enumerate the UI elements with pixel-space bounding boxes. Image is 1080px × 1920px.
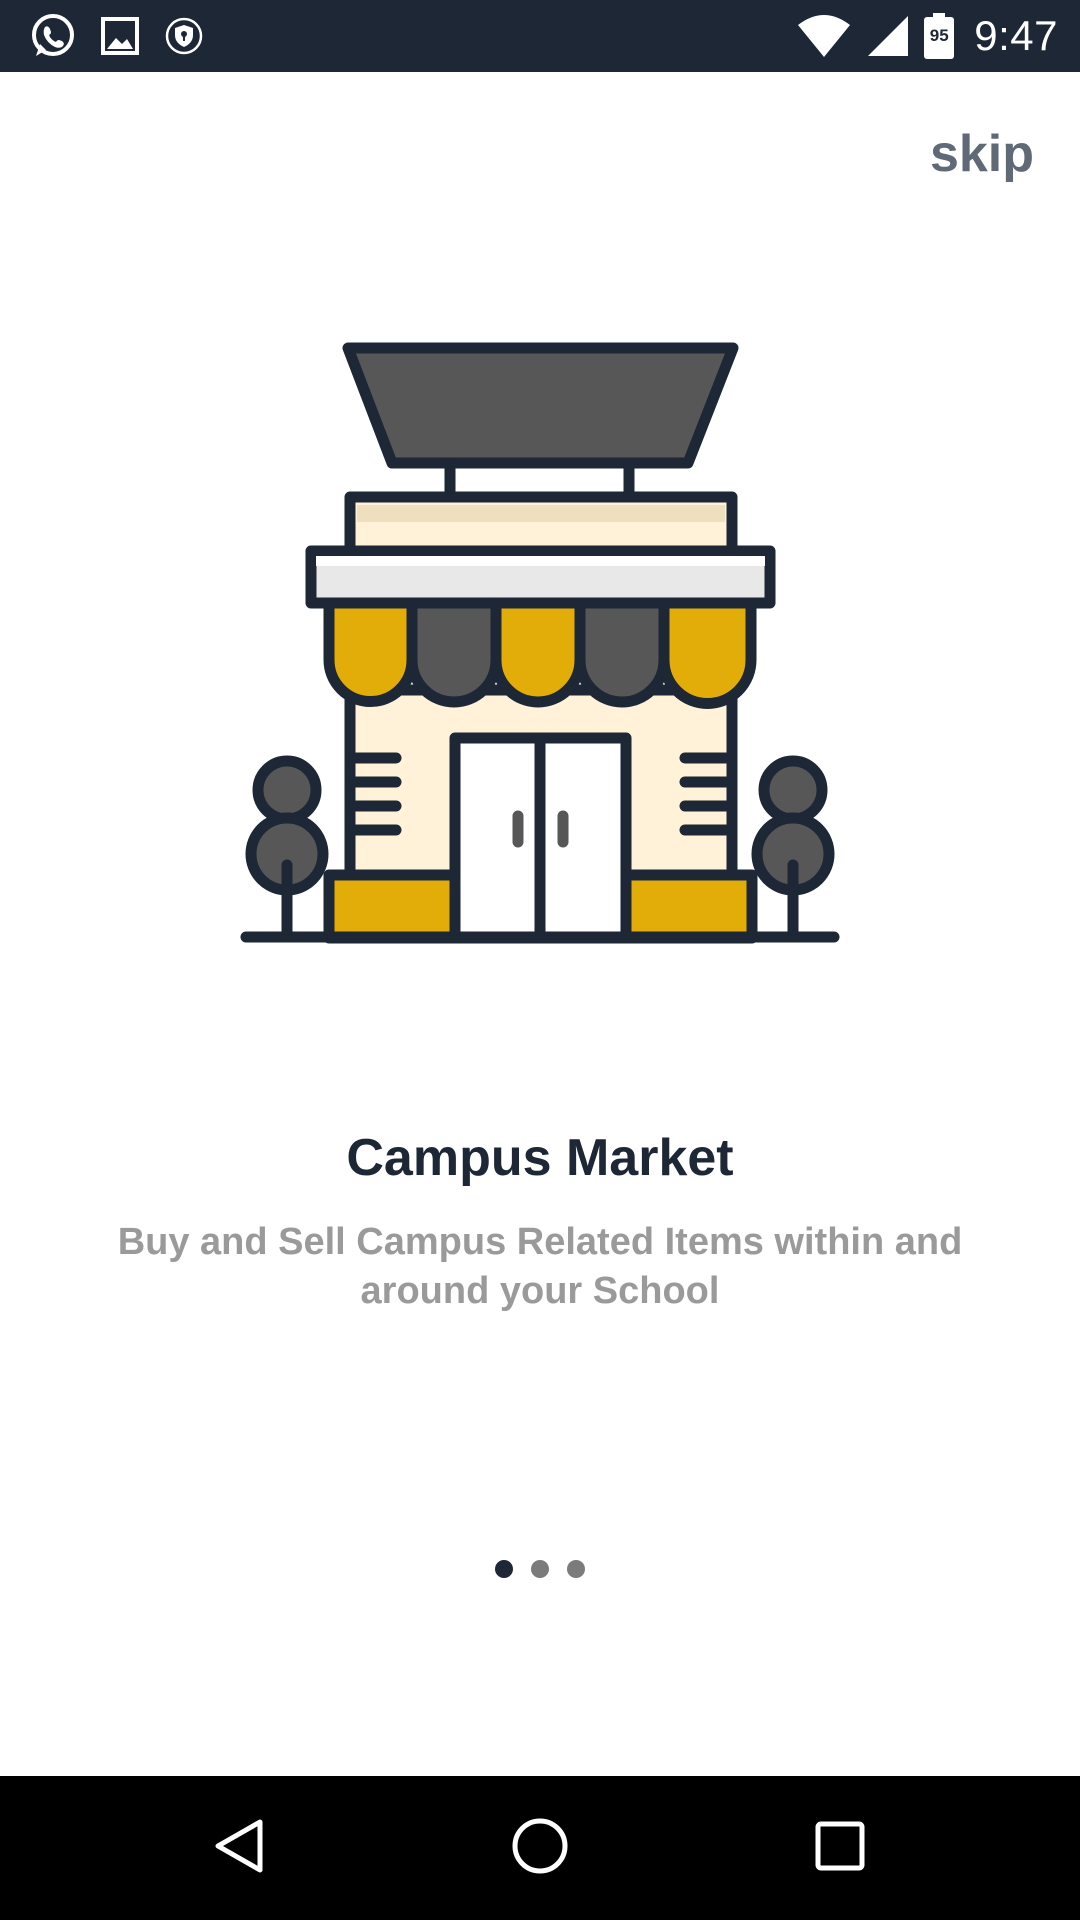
- back-icon: [210, 1816, 270, 1881]
- onboarding-subtitle: Buy and Sell Campus Related Items within…: [117, 1221, 963, 1312]
- home-button[interactable]: [504, 1812, 576, 1884]
- skip-button[interactable]: skip: [930, 124, 1034, 184]
- back-button[interactable]: [204, 1812, 276, 1884]
- page-dot-3[interactable]: [567, 1560, 585, 1578]
- cell-signal-icon: [866, 14, 910, 58]
- page-indicator: [0, 1560, 1080, 1578]
- wifi-icon: [796, 13, 852, 59]
- vpn-shield-icon: [164, 16, 204, 56]
- home-icon: [510, 1816, 570, 1881]
- status-bar: 95 9:47: [0, 0, 1080, 72]
- onboarding-title: Campus Market: [346, 1129, 734, 1187]
- navigation-bar: [0, 1776, 1080, 1920]
- page-dot-1[interactable]: [495, 1560, 513, 1578]
- recents-button[interactable]: [804, 1812, 876, 1884]
- page-dot-2[interactable]: [531, 1560, 549, 1578]
- battery-level: 95: [929, 26, 949, 45]
- recents-icon: [810, 1816, 870, 1881]
- status-clock: 9:47: [974, 12, 1058, 59]
- whatsapp-icon: [28, 12, 76, 60]
- battery-icon: 95: [924, 13, 955, 59]
- storefront-illustration: [230, 330, 850, 950]
- image-icon: [100, 16, 140, 56]
